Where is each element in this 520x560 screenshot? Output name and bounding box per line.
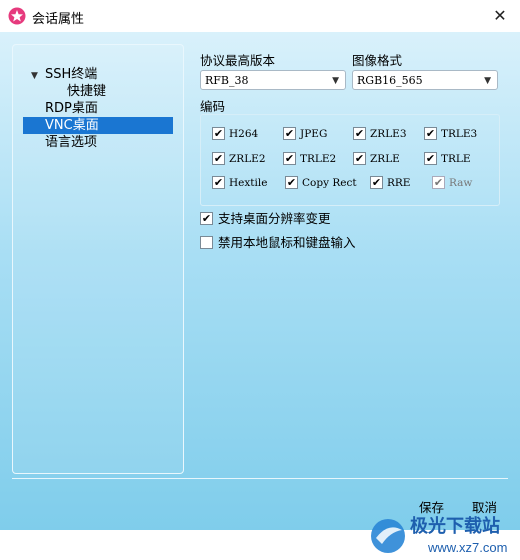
- checkbox[interactable]: ✔: [212, 176, 225, 189]
- tree-item-shortcut[interactable]: 快捷键: [67, 83, 106, 100]
- save-button[interactable]: 保存: [419, 497, 444, 516]
- divider: [12, 478, 508, 479]
- tree-item-ssh[interactable]: SSH终端: [45, 66, 97, 83]
- settings-tree: ▼ SSH终端 快捷键 RDP桌面 VNC桌面 语言选项: [12, 44, 184, 474]
- checkbox[interactable]: [200, 236, 213, 249]
- image-format-select[interactable]: RGB16_565 ▼: [352, 70, 498, 90]
- title-bar: 会话属性 ✕: [0, 0, 520, 32]
- cancel-button[interactable]: 取消: [472, 497, 497, 516]
- image-format-label: 图像格式: [352, 53, 403, 68]
- encoding-label: 编码: [200, 99, 226, 114]
- checkbox[interactable]: ✔: [283, 152, 296, 165]
- chevron-down-icon: ▼: [332, 76, 339, 86]
- checkbox[interactable]: ✔: [353, 152, 366, 165]
- triangle-down-icon[interactable]: ▼: [31, 71, 38, 81]
- app-icon: [8, 7, 26, 25]
- svg-text:www.xz7.com: www.xz7.com: [427, 540, 507, 555]
- close-icon[interactable]: ✕: [488, 4, 512, 28]
- tree-item-language[interactable]: 语言选项: [45, 134, 97, 151]
- checkbox[interactable]: ✔: [424, 127, 437, 140]
- checkbox[interactable]: ✔: [285, 176, 298, 189]
- tree-item-rdp[interactable]: RDP桌面: [45, 100, 98, 117]
- protocol-label: 协议最高版本: [200, 53, 276, 68]
- protocol-select[interactable]: RFB_38 ▼: [200, 70, 346, 90]
- window-title: 会话属性: [32, 12, 85, 27]
- checkbox[interactable]: ✔: [353, 127, 366, 140]
- svg-text:极光下载站: 极光下载站: [410, 515, 500, 536]
- checkbox: ✔: [432, 176, 445, 189]
- chevron-down-icon: ▼: [484, 76, 491, 86]
- dialog-body: ▼ SSH终端 快捷键 RDP桌面 VNC桌面 语言选项 协议最高版本 RFB_…: [0, 32, 520, 555]
- checkbox[interactable]: ✔: [212, 127, 225, 140]
- checkbox[interactable]: ✔: [370, 176, 383, 189]
- checkbox[interactable]: ✔: [283, 127, 296, 140]
- tree-item-vnc[interactable]: VNC桌面: [23, 117, 173, 134]
- image-format-value: RGB16_565: [357, 74, 423, 87]
- checkbox[interactable]: ✔: [424, 152, 437, 165]
- checkbox[interactable]: ✔: [212, 152, 225, 165]
- checkbox[interactable]: ✔: [200, 212, 213, 225]
- protocol-value: RFB_38: [205, 74, 249, 87]
